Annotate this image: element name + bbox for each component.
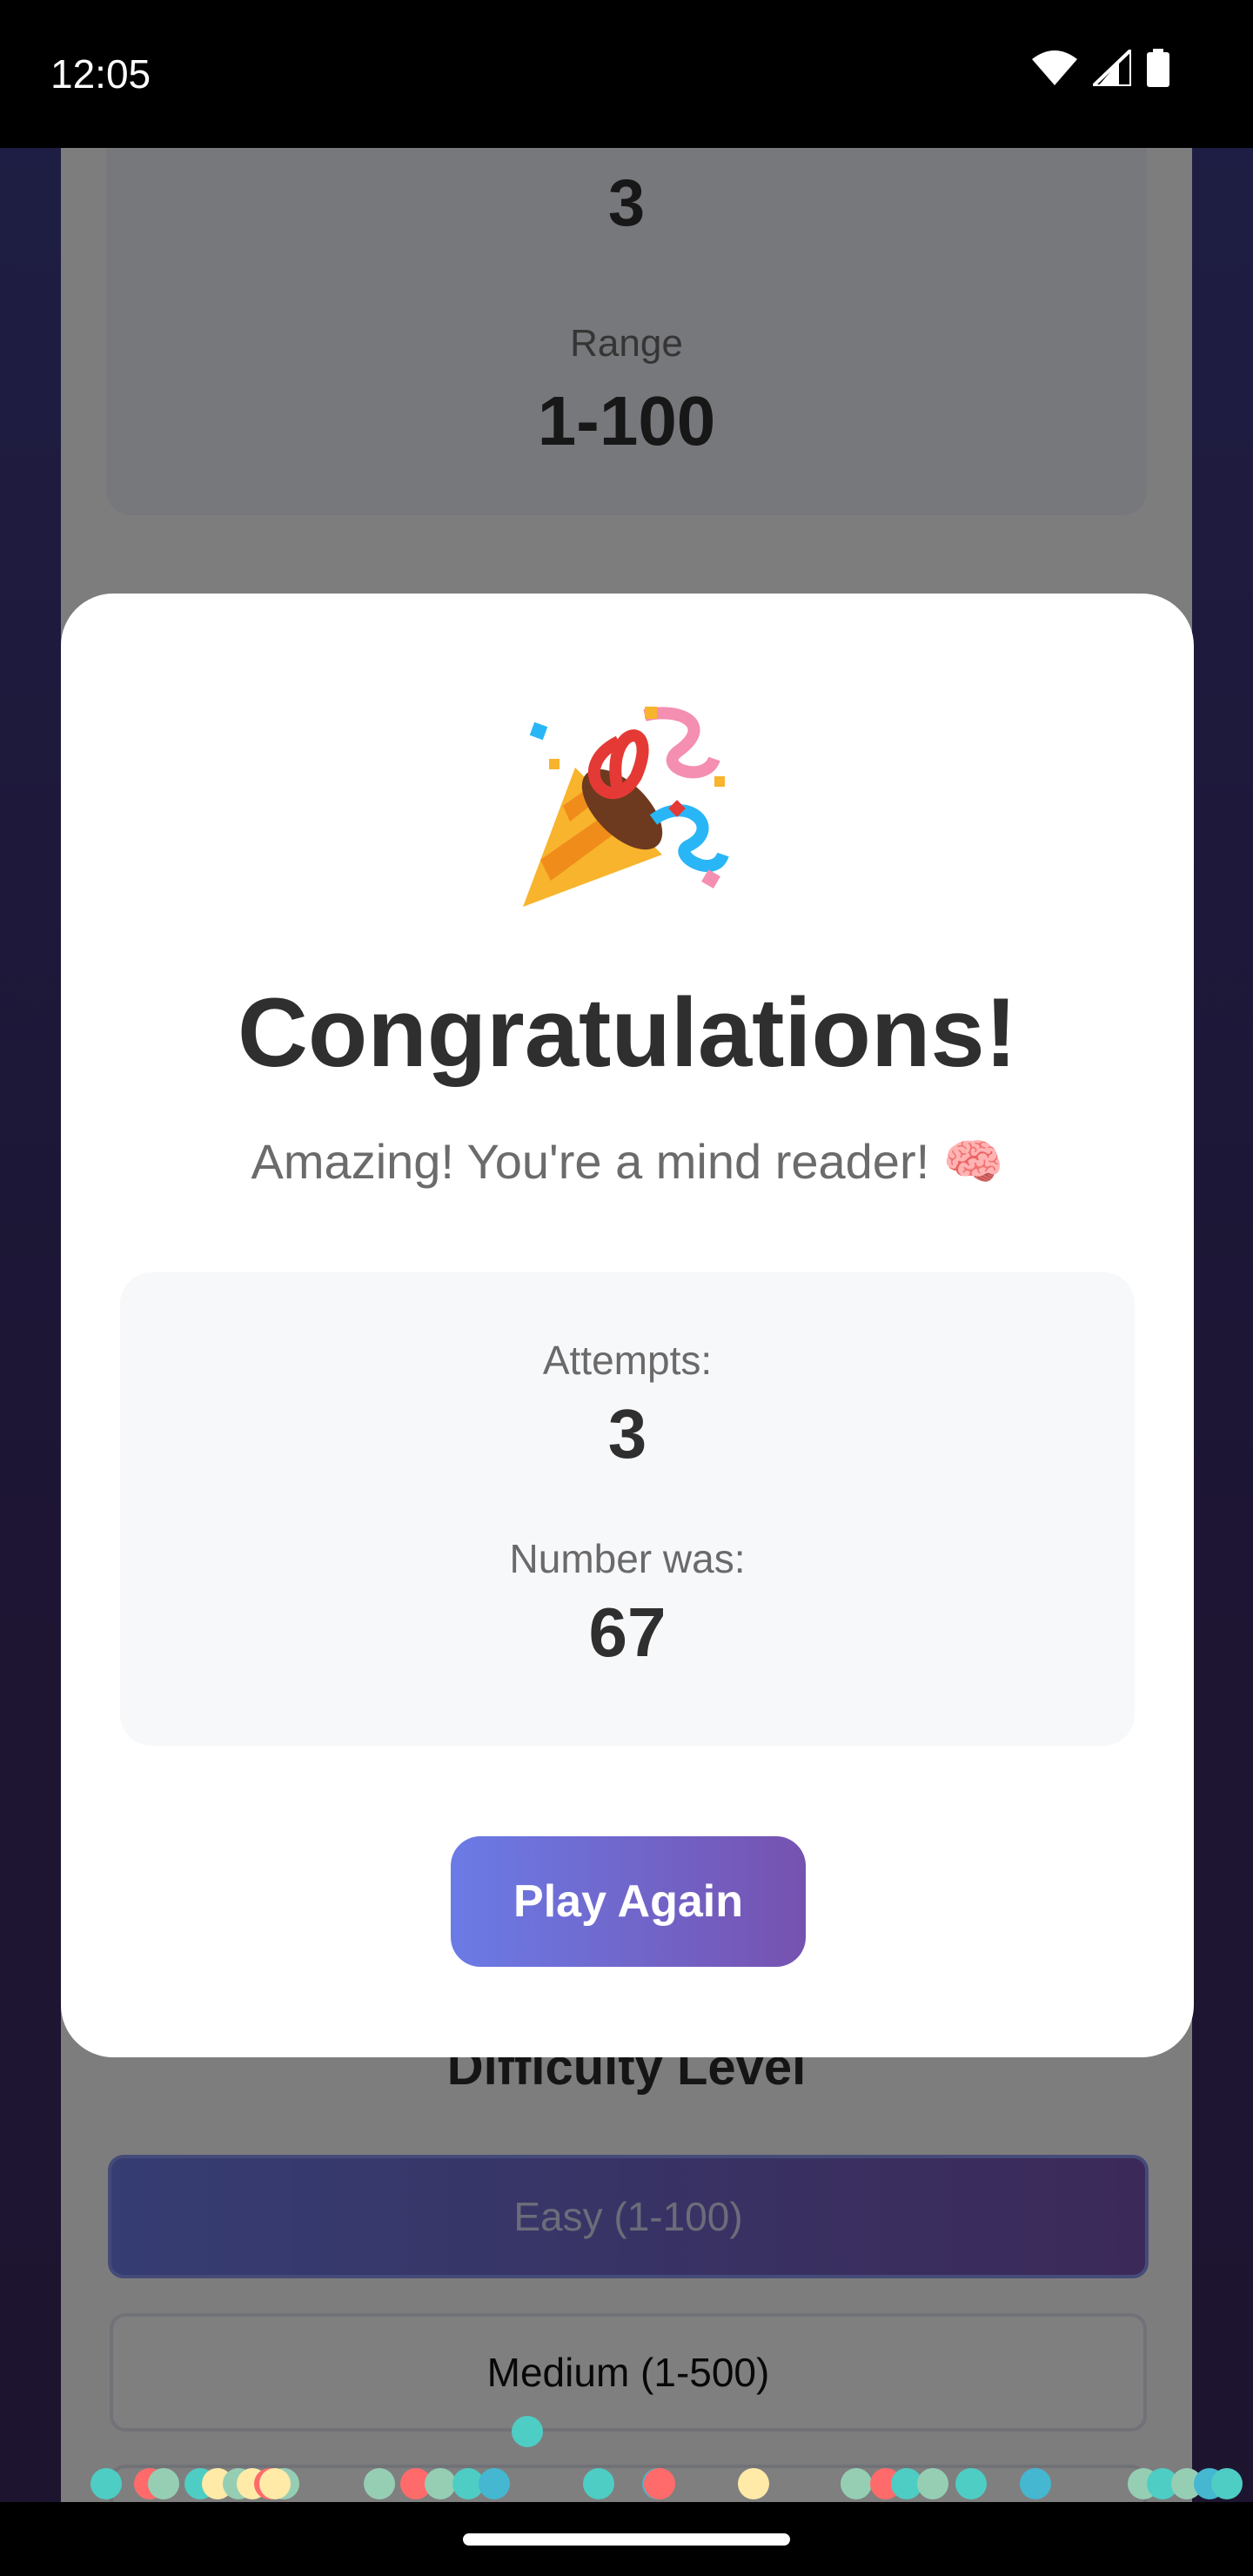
confetti-dot [259, 2468, 291, 2499]
modal-title: Congratulations! [238, 978, 1017, 1087]
wifi-icon [1032, 50, 1077, 85]
result-summary: Attempts: 3 Number was: 67 [120, 1272, 1135, 1746]
attempts-value: 3 [607, 1395, 647, 1472]
congratulations-dialog: Congratulations! Amazing! You're a mind … [61, 594, 1194, 2057]
confetti-dot [841, 2468, 872, 2499]
confetti-dot [1211, 2468, 1243, 2499]
number-was-value: 67 [588, 1593, 667, 1671]
home-gesture-handle[interactable] [463, 2533, 790, 2546]
confetti-dot [425, 2468, 456, 2499]
confetti-dot [583, 2468, 614, 2499]
confetti-dot [738, 2468, 769, 2499]
confetti-dot [364, 2468, 395, 2499]
status-bar: 12:05 [0, 0, 1253, 148]
confetti-dot [955, 2468, 987, 2499]
number-was-label: Number was: [509, 1536, 746, 1581]
confetti-dot [644, 2468, 675, 2499]
confetti [0, 2416, 1253, 2503]
signal-icon [1093, 50, 1131, 86]
battery-icon [1147, 49, 1169, 87]
confetti-dot [479, 2468, 510, 2499]
confetti-dot [917, 2468, 948, 2499]
navigation-bar [0, 2502, 1253, 2576]
modal-message: Amazing! You're a mind reader! 🧠 [251, 1134, 1004, 1189]
confetti-dot [148, 2468, 179, 2499]
confetti-dot [512, 2416, 543, 2447]
status-time: 12:05 [50, 51, 151, 97]
play-again-button[interactable]: Play Again [451, 1836, 806, 1967]
party-popper-icon [61, 689, 1194, 924]
confetti-dot [1020, 2468, 1051, 2499]
confetti-dot [90, 2468, 122, 2499]
status-icons [1032, 49, 1169, 87]
attempts-label: Attempts: [542, 1338, 713, 1383]
